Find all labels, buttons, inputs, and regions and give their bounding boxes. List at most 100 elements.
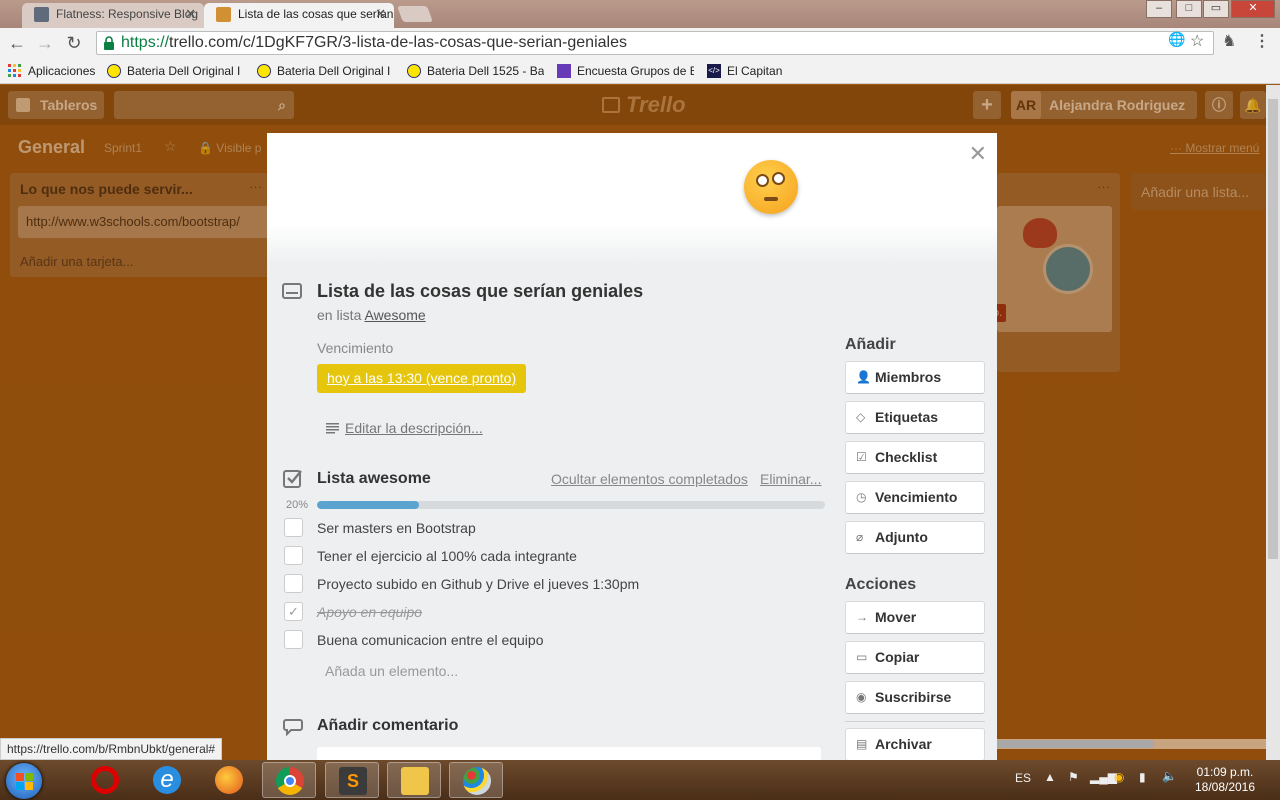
minimize-button[interactable]: –: [1146, 0, 1172, 18]
card-title[interactable]: Lista de las cosas que serían geniales: [317, 281, 643, 302]
bookmark-el-capitan[interactable]: </> El Capitan: [707, 63, 782, 79]
windows-start-button[interactable]: [6, 763, 42, 799]
taskbar-sublime[interactable]: S: [325, 762, 379, 798]
paint-palette-icon: [463, 767, 491, 795]
vertical-scrollbar[interactable]: [1266, 85, 1280, 760]
extension-icon[interactable]: ♞: [1222, 31, 1236, 51]
taskbar-chrome[interactable]: [262, 762, 316, 798]
taskbar-firefox[interactable]: [202, 762, 256, 798]
opera-icon: [91, 766, 119, 794]
add-section-heading: Añadir: [845, 336, 896, 353]
windows-taskbar: e S ES ▲ ⚑ ▂▄▆ ◉ ▮ 🔈 01:09 p.m. 18/08/20…: [0, 760, 1280, 800]
add-checklist-item-link[interactable]: Añada un elemento...: [325, 663, 458, 679]
bookmark-bateria-1[interactable]: Bateria Dell Original I: [107, 63, 244, 79]
edit-description-link[interactable]: Editar la descripción...: [345, 420, 483, 436]
comment-input[interactable]: [317, 747, 821, 760]
tab-close-icon[interactable]: ✕: [185, 3, 196, 25]
move-button[interactable]: → Mover: [845, 601, 985, 634]
checkbox[interactable]: [284, 518, 303, 537]
checkbox[interactable]: [284, 630, 303, 649]
taskbar-opera[interactable]: [78, 762, 132, 798]
checklist-item-text: Tener el ejercicio al 100% cada integran…: [317, 548, 577, 564]
taskbar-internet-explorer[interactable]: e: [140, 762, 194, 798]
checklist-item-text: Proyecto subido en Github y Drive el jue…: [317, 576, 640, 592]
copy-button[interactable]: ▭ Copiar: [845, 641, 985, 674]
logo-quad: [16, 773, 24, 781]
sublime-text-icon: S: [339, 767, 367, 795]
form-icon: [557, 64, 571, 78]
close-icon[interactable]: ✕: [969, 141, 987, 167]
card-cover: [267, 133, 997, 263]
tab-close-icon[interactable]: ✕: [375, 3, 386, 25]
chrome-menu-icon[interactable]: ⋮: [1254, 31, 1270, 51]
lock-icon: [104, 36, 114, 50]
labels-button[interactable]: ◇ Etiquetas: [845, 401, 985, 434]
language-indicator[interactable]: ES: [1015, 771, 1031, 785]
eye-icon: ◉: [856, 690, 867, 704]
app-tray-icon[interactable]: ◉: [1114, 770, 1124, 784]
bookmark-bateria-3[interactable]: Bateria Dell 1525 - Ba: [407, 63, 544, 79]
address-bar[interactable]: https://trello.com/c/1DgKF7GR/3-lista-de…: [96, 31, 1214, 55]
list-link[interactable]: Awesome: [364, 307, 425, 323]
restore-button[interactable]: ▭: [1203, 0, 1229, 18]
logo-quad: [16, 782, 24, 790]
checklist-title[interactable]: Lista awesome: [317, 470, 431, 488]
bookmark-apps[interactable]: Aplicaciones: [8, 63, 95, 79]
taskbar-paint[interactable]: [449, 762, 503, 798]
archive-icon: ▤: [856, 737, 868, 751]
checkbox[interactable]: [284, 546, 303, 565]
translate-icon[interactable]: 🌐: [1168, 31, 1185, 48]
taskbar-explorer[interactable]: [387, 762, 441, 798]
labels-label: Etiquetas: [875, 409, 939, 425]
horizontal-scroll-thumb[interactable]: [997, 740, 1154, 748]
bookmark-star-icon[interactable]: ☆: [1190, 31, 1204, 51]
subscribe-button[interactable]: ◉ Suscribirse: [845, 681, 985, 714]
forward-arrow-icon[interactable]: →: [34, 32, 56, 54]
new-tab-button[interactable]: [397, 6, 433, 22]
checklist-item-text: Ser masters en Bootstrap: [317, 520, 476, 536]
system-clock[interactable]: 01:09 p.m. 18/08/2016: [1190, 765, 1260, 795]
bookmark-bateria-2[interactable]: Bateria Dell Original I: [257, 63, 394, 79]
due-date-button[interactable]: ◷ Vencimiento: [845, 481, 985, 514]
network-signal-icon[interactable]: ▂▄▆: [1090, 770, 1117, 784]
person-icon: 👤: [856, 370, 871, 384]
checkbox[interactable]: [284, 574, 303, 593]
archive-button[interactable]: ▤ Archivar: [845, 728, 985, 760]
action-center-flag-icon[interactable]: ⚑: [1068, 770, 1079, 784]
ml-logo-icon: [107, 64, 121, 78]
members-label: Miembros: [875, 369, 942, 385]
delete-checklist-link[interactable]: Eliminar...: [760, 471, 821, 487]
page-favicon-icon: [34, 7, 49, 22]
checklist-button[interactable]: ☑ Checklist: [845, 441, 985, 474]
bookmark-label: Aplicaciones: [28, 64, 96, 78]
checked-checkbox-icon[interactable]: ✓: [284, 602, 303, 621]
code-icon: </>: [707, 64, 721, 78]
checklist-icon: [283, 470, 302, 488]
due-date-badge[interactable]: hoy a las 13:30 (vence pronto): [317, 364, 527, 393]
internet-explorer-icon: e: [153, 766, 181, 794]
close-window-button[interactable]: ✕: [1231, 0, 1275, 18]
tab-trello-card[interactable]: Lista de las cosas que serían ✕: [204, 3, 394, 28]
maximize-button[interactable]: □: [1176, 0, 1202, 18]
paperclip-icon: ⌀: [856, 530, 864, 544]
power-icon[interactable]: ▮: [1139, 770, 1146, 784]
chrome-icon: [276, 767, 304, 795]
bookmark-encuesta[interactable]: Encuesta Grupos de E: [557, 63, 694, 79]
reload-icon[interactable]: ↻: [63, 32, 85, 54]
checklist-progress-bar: [317, 501, 825, 509]
archive-label: Archivar: [875, 736, 932, 752]
volume-icon[interactable]: 🔈: [1162, 769, 1177, 783]
checklist-progress-fill: [317, 501, 419, 509]
tab-flatness[interactable]: Flatness: Responsive Blog ✕: [22, 3, 204, 28]
tray-expand-icon[interactable]: ▲: [1044, 770, 1056, 784]
apps-grid-icon: [8, 64, 21, 77]
card-detail-modal: ✕ Lista de las cosas que serían geniales…: [267, 133, 997, 760]
back-arrow-icon[interactable]: ←: [6, 32, 28, 54]
vertical-scroll-thumb[interactable]: [1268, 99, 1278, 559]
attachment-button[interactable]: ⌀ Adjunto: [845, 521, 985, 554]
browser-toolbar: ← → ↻ https://trello.com/c/1DgKF7GR/3-li…: [0, 28, 1280, 58]
hide-completed-link[interactable]: Ocultar elementos completados: [551, 471, 748, 487]
attachment-label: Adjunto: [875, 529, 928, 545]
horizontal-scrollbar[interactable]: [997, 739, 1266, 749]
members-button[interactable]: 👤 Miembros: [845, 361, 985, 394]
